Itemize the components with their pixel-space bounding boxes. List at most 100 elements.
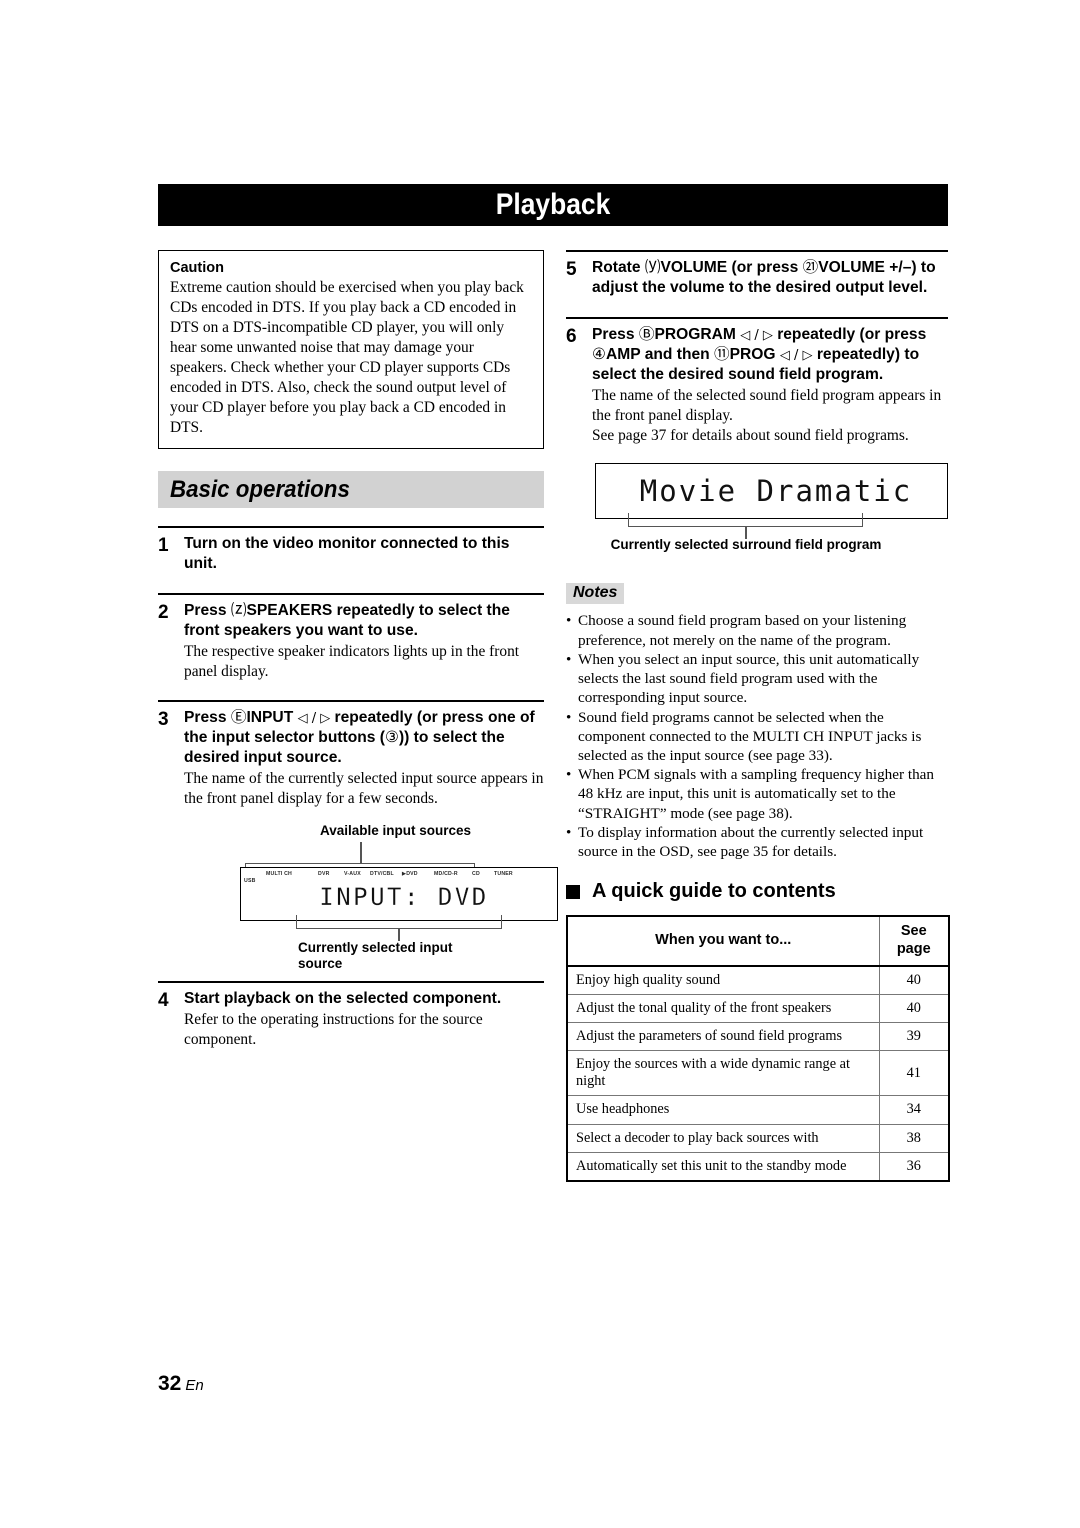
page-header-banner: Playback — [158, 184, 948, 226]
indicator-dtv-cbl: DTV/CBL — [370, 870, 394, 877]
table-row: Adjust the parameters of sound field pro… — [566, 1022, 950, 1052]
left-right-arrows-icon-3: ◁ / ▷ — [779, 347, 813, 363]
page-footer: 32 En — [158, 1372, 204, 1396]
page-cell: 38 — [878, 1123, 950, 1153]
figure-leader-line-top — [360, 841, 362, 863]
page-cell: 36 — [878, 1151, 950, 1182]
step-3-content: Press ⒺINPUT ◁ / ▷ repeatedly (or press … — [184, 708, 558, 973]
table-row: Enjoy the sources with a wide dynamic ra… — [566, 1050, 950, 1097]
step-2-button-label: SPEAKERS — [246, 601, 333, 619]
input-source-figure: Available input sources USB MULTI CH DVR… — [184, 823, 558, 973]
step-4: 4 Start playback on the selected compone… — [158, 980, 544, 1050]
step-4-desc: Refer to the operating instructions for … — [184, 1011, 483, 1048]
step-3-number: 3 — [158, 708, 169, 730]
sound-field-figure: Movie Dramatic Currently selected surrou… — [566, 461, 948, 581]
step-4-number: 4 — [158, 989, 169, 1011]
indicator-v-aux: V-AUX — [344, 870, 361, 877]
step-3-desc: The name of the currently selected input… — [184, 770, 544, 808]
step-5-title: Rotate ⒴VOLUME (or press ㉑VOLUME +/–) to… — [592, 258, 948, 299]
quick-guide-title: A quick guide to contents — [592, 880, 836, 903]
step-6-number: 6 — [566, 325, 577, 347]
soundfield-bracket — [628, 513, 863, 528]
task-cell: Automatically set this unit to the stand… — [566, 1151, 880, 1182]
step-1-number: 1 — [158, 535, 169, 557]
step-3-button-label: INPUT — [246, 708, 294, 726]
step-4-title: Start playback on the selected component… — [184, 989, 502, 1007]
step-6: 6 Press ⒷPROGRAM ◁ / ▷ repeatedly (or pr… — [566, 316, 948, 446]
page-title: Playback — [495, 188, 611, 221]
table-row: Adjust the tonal quality of the front sp… — [566, 993, 950, 1024]
indicator-cd: CD — [472, 870, 480, 877]
indicator-dvd: ▶DVD — [402, 870, 418, 877]
step-1: 1 Turn on the video monitor connected to… — [158, 526, 544, 575]
page-cell: 40 — [878, 993, 950, 1024]
left-right-arrows-icon: ◁ / ▷ — [297, 710, 331, 726]
step-3-title: Press ⒺINPUT ◁ / ▷ repeatedly (or press … — [184, 708, 544, 769]
step-5-content: Rotate ⒴VOLUME (or press ㉑VOLUME +/–) to… — [592, 258, 948, 299]
notes-section: Notes Choose a sound field program based… — [566, 581, 948, 861]
table-row: Automatically set this unit to the stand… — [566, 1151, 950, 1182]
caution-box: Caution Extreme caution should be exerci… — [158, 250, 544, 450]
column-header-page-line2: page — [896, 941, 931, 958]
section-heading-label: Basic operations — [170, 475, 350, 503]
step-6-title: Press ⒷPROGRAM ◁ / ▷ repeatedly (or pres… — [592, 325, 948, 386]
notes-list: Choose a sound field program based on yo… — [566, 611, 948, 861]
task-cell: Enjoy high quality sound — [566, 965, 880, 995]
column-header-page-line1: See — [900, 923, 927, 940]
circled-letter-j-icon: Ⓔ — [230, 708, 247, 726]
page-cell: 39 — [878, 1022, 950, 1052]
step-5-volume-label: VOLUME — [660, 259, 728, 276]
step-5-text-a: Rotate — [592, 259, 645, 276]
step-6-content: Press ⒷPROGRAM ◁ / ▷ repeatedly (or pres… — [592, 325, 948, 446]
step-2-text-a: Press — [184, 601, 231, 619]
section-heading-basic-operations: Basic operations — [158, 471, 544, 509]
step-6-text-c: repeatedly (or press — [772, 325, 927, 343]
quick-guide-table: When you want to... See page Enjoy high q… — [566, 915, 950, 1182]
note-item: When PCM signals with a sampling frequen… — [566, 765, 948, 823]
footer-page-number: 32 — [158, 1372, 182, 1395]
step-4-content: Start playback on the selected component… — [184, 989, 544, 1050]
circled-number-4-icon: ④ — [592, 345, 606, 363]
step-6-text-a: Press — [592, 325, 639, 343]
black-square-bullet-icon — [566, 884, 580, 899]
quick-guide-heading: A quick guide to contents — [566, 880, 948, 903]
note-item: Choose a sound field program based on yo… — [566, 611, 948, 649]
column-header-task: When you want to... — [566, 915, 880, 967]
input-display-text: INPUT: DVD — [319, 882, 489, 911]
left-column: Caution Extreme caution should be exerci… — [158, 250, 558, 1050]
circled-letter-e-icon: ⒵ — [230, 601, 247, 619]
caution-title: Caution — [170, 260, 224, 276]
step-2: 2 Press ⒵SPEAKERS repeatedly to select t… — [158, 592, 544, 682]
step-2-number: 2 — [158, 601, 169, 623]
indicator-tuner: TUNER — [494, 870, 513, 877]
currently-selected-input-label: Currently selected input source — [298, 939, 453, 972]
manual-page: Playback Caution Extreme caution should … — [0, 0, 1080, 1528]
table-header-row: When you want to... See page — [566, 915, 950, 967]
step-3-text-a: Press — [184, 708, 231, 726]
task-cell: Adjust the parameters of sound field pro… — [566, 1022, 880, 1052]
page-cell: 40 — [878, 965, 950, 995]
caution-body: Extreme caution should be exercised when… — [170, 279, 524, 437]
indicator-dvr: DVR — [318, 870, 330, 877]
note-item: To display information about the current… — [566, 823, 948, 861]
table-row: Select a decoder to play back sources wi… — [566, 1123, 950, 1153]
task-cell: Use headphones — [566, 1095, 880, 1125]
step-1-title: Turn on the video monitor connected to t… — [184, 535, 510, 573]
indicator-usb: USB — [244, 877, 256, 884]
page-cell: 41 — [878, 1050, 950, 1097]
figure-bracket-bottom — [296, 914, 502, 929]
notes-label: Notes — [566, 583, 625, 605]
circled-number-11-icon: ⑪ — [714, 345, 730, 363]
left-right-arrows-icon-2: ◁ / ▷ — [740, 327, 773, 343]
circled-number-22-icon: ㉑ — [802, 259, 819, 276]
step-2-content: Press ⒵SPEAKERS repeatedly to select the… — [184, 601, 544, 682]
step-6-desc-line-2: See page 37 for details about sound fiel… — [592, 426, 909, 444]
step-1-content: Turn on the video monitor connected to t… — [184, 534, 544, 575]
table-row: Enjoy high quality sound 40 — [566, 965, 950, 995]
step-2-desc: The respective speaker indicators lights… — [184, 643, 520, 680]
page-cell: 34 — [878, 1095, 950, 1125]
step-5-number: 5 — [566, 259, 577, 280]
step-5-text-c: (or press — [727, 259, 803, 276]
column-header-page: See page — [878, 915, 950, 967]
step-6-text-e: and then — [640, 345, 714, 363]
